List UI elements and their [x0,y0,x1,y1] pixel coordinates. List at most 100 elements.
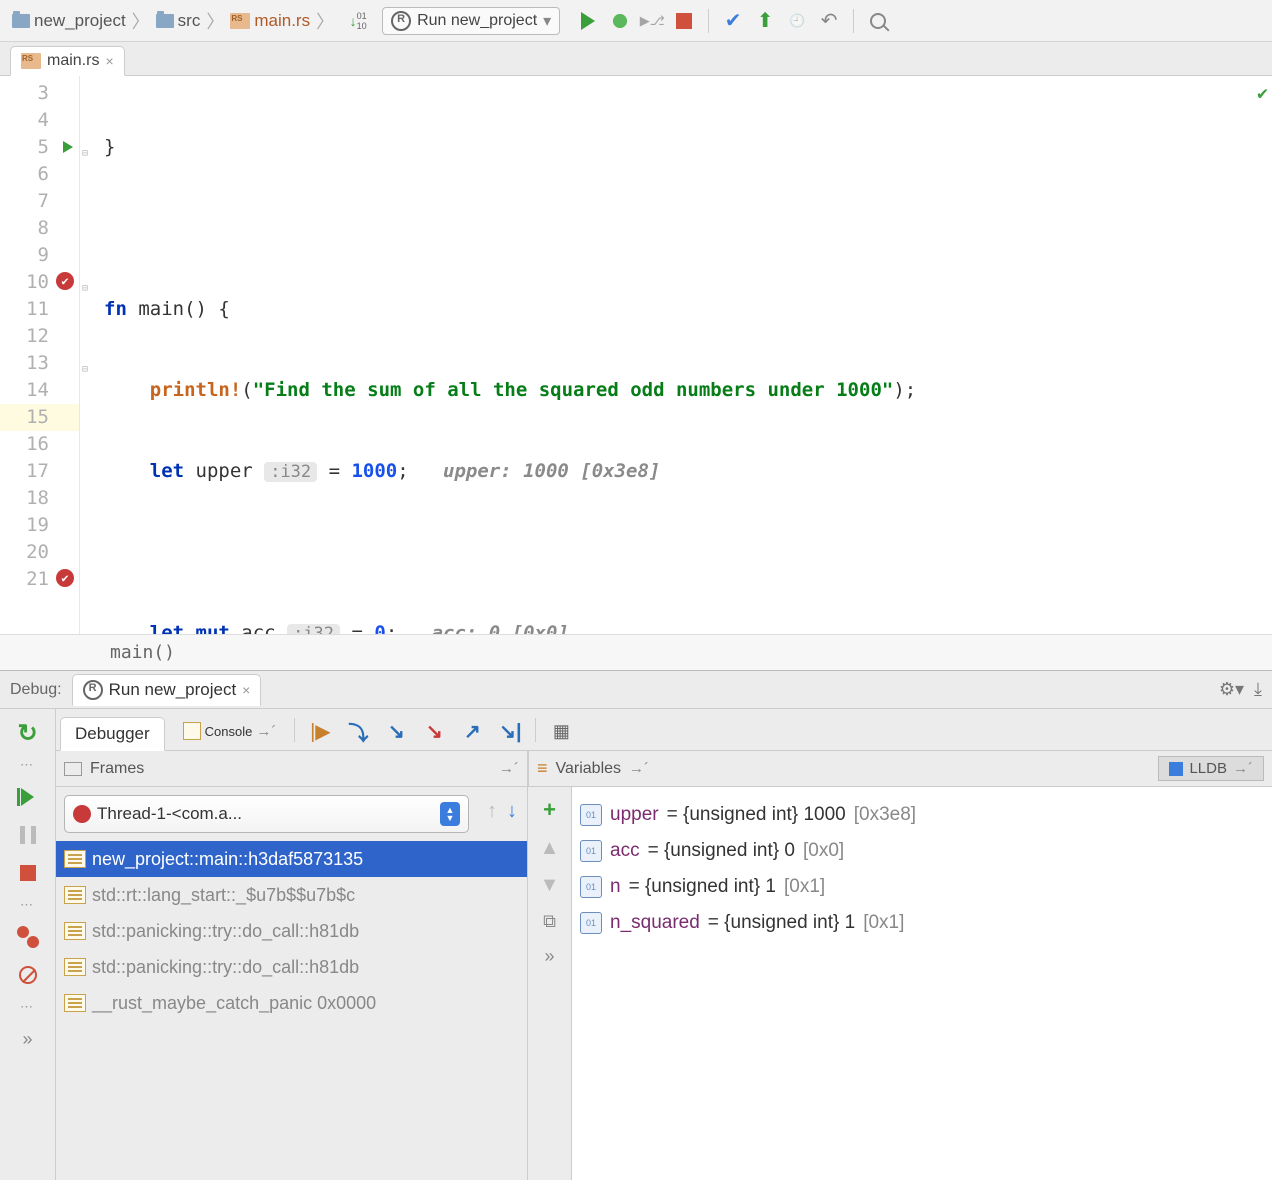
breadcrumb[interactable]: new_project 〉 src 〉 main.rs 〉 [6,6,342,36]
gutter-line[interactable]: 11 [0,296,79,323]
stop-icon [676,13,692,29]
inspections-ok-icon[interactable]: ✔ [1257,80,1268,107]
stop-button[interactable] [672,9,696,33]
run-configuration-selector[interactable]: Run new_project ▾ [382,7,560,35]
view-breakpoints-button[interactable] [14,923,42,951]
close-icon[interactable]: × [242,682,250,698]
vcs-revert-button[interactable]: ↶ [817,9,841,33]
stack-frame[interactable]: std::panicking::try::do_call::h81db [56,949,527,985]
gutter-line[interactable]: 14 [0,377,79,404]
vcs-commit-button[interactable]: ⬆ [753,9,777,33]
undo-icon: ↶ [821,8,838,33]
gutter-line[interactable]: 12 [0,323,79,350]
gutter-line[interactable]: 17 [0,458,79,485]
gutter-line[interactable]: 18 [0,485,79,512]
detach-icon[interactable]: →´ [256,723,276,740]
var-type-icon: 01 [580,840,602,862]
fold-column[interactable] [80,76,100,634]
gutter-line[interactable]: 20 [0,539,79,566]
folder-icon [156,14,174,28]
variable-row[interactable]: 01 acc = {unsigned int} 0 [0x0] [580,833,1264,869]
tab-console[interactable]: Console →´ [177,718,283,744]
rerun-button[interactable]: ↻ [14,719,42,747]
chevron-right-icon: 〉 [316,8,334,34]
gutter-line[interactable]: 19 [0,512,79,539]
gutter-line[interactable]: 9 [0,242,79,269]
thread-icon [73,805,91,823]
code-area[interactable]: } fn main() { println!("Find the sum of … [100,76,1272,634]
gutter-line-breakpoint[interactable]: 10 [0,269,79,296]
vcs-history-button[interactable]: 🕘 [785,9,809,33]
lldb-tab[interactable]: LLDB →´ [1158,756,1264,781]
variables-list[interactable]: 01 upper = {unsigned int} 1000 [0x3e8] 0… [572,787,1272,1180]
gutter-line[interactable]: 4 [0,107,79,134]
variable-row[interactable]: 01 n = {unsigned int} 1 [0x1] [580,869,1264,905]
frame-up-button[interactable]: ↑ [487,800,497,823]
stop-button[interactable] [14,859,42,887]
close-icon[interactable]: × [105,53,113,69]
run-to-cursor-button[interactable]: ↘| [497,718,523,744]
step-out-button[interactable]: ↗ [459,718,485,744]
thread-selector[interactable]: Thread-1-<com.a... ▲▼ [64,795,469,833]
force-step-into-button[interactable]: ↘ [421,718,447,744]
gutter-line[interactable]: 8 [0,215,79,242]
variable-row[interactable]: 01 n_squared = {unsigned int} 1 [0x1] [580,905,1264,941]
variables-pane: ≡ Variables →´ LLDB →´ [528,751,1272,1180]
pause-button[interactable] [14,821,42,849]
debug-button[interactable] [608,9,632,33]
resume-button[interactable] [14,783,42,811]
copy-button[interactable]: ⧉ [543,911,556,932]
rust-icon [391,11,411,31]
gutter-line[interactable]: 16 [0,431,79,458]
frames-header: Frames →´ [56,751,527,787]
variable-row[interactable]: 01 upper = {unsigned int} 1000 [0x3e8] [580,797,1264,833]
stack-frame[interactable]: std::rt::lang_start::_$u7b$$u7b$c [56,877,527,913]
mute-breakpoints-button[interactable] [14,961,42,989]
run-button[interactable] [576,9,600,33]
more-button[interactable]: » [14,1025,42,1053]
gutter-line-breakpoint[interactable]: 21 [0,566,79,593]
scroll-from-source-button[interactable]: ↓0110 [346,9,370,33]
gutter[interactable]: 3 4 5 6 7 8 9 10 11 12 13 14 15 16 17 18… [0,76,80,634]
new-watch-button[interactable]: + [543,797,556,823]
stack-frame[interactable]: __rust_maybe_catch_panic 0x0000 [56,985,527,1021]
scroll-up-button[interactable]: ▲ [540,837,560,860]
detach-icon[interactable]: →´ [499,760,519,777]
gutter-line[interactable]: 5 [0,134,79,161]
vcs-update-button[interactable]: ✔ [721,9,745,33]
run-to-cursor-icon: ↘| [499,719,521,744]
step-into-button[interactable]: ↘ [383,718,409,744]
detach-icon[interactable]: →´ [1233,760,1253,777]
gutter-line[interactable]: 6 [0,161,79,188]
evaluate-expression-button[interactable]: ▦ [548,718,574,744]
scroll-down-button[interactable]: ▼ [540,874,560,897]
show-execution-point-button[interactable]: |▶ [307,718,333,744]
editor-tab-main-rs[interactable]: main.rs × [10,46,125,76]
stack-frame[interactable]: new_project::main::h3daf5873135 [56,841,527,877]
pin-button[interactable]: ⤓ [1254,679,1262,700]
frame-icon [64,850,86,868]
stack-frame[interactable]: std::panicking::try::do_call::h81db [56,913,527,949]
run-with-coverage-button[interactable]: ▶⎇ [640,9,664,33]
step-over-button[interactable]: ⤵ [345,718,371,744]
tab-debugger[interactable]: Debugger [60,717,165,751]
frame-down-button[interactable]: ↓ [507,800,517,823]
separator [708,9,709,33]
code-editor[interactable]: ✔ 3 4 5 6 7 8 9 10 11 12 13 14 15 16 17 … [0,76,1272,634]
gutter-line-current[interactable]: 15 [0,404,79,431]
settings-button[interactable]: ⚙▾ [1219,679,1244,700]
breadcrumb-project[interactable]: new_project [34,11,126,31]
detach-icon[interactable]: →´ [629,760,649,777]
gutter-line[interactable]: 3 [0,80,79,107]
gutter-line[interactable]: 13 [0,350,79,377]
more-button[interactable]: » [544,946,554,967]
frame-icon [64,886,86,904]
breadcrumb-file[interactable]: main.rs [254,11,310,31]
chevron-right-icon: 〉 [206,8,224,34]
debug-session-tab[interactable]: Run new_project × [72,674,262,706]
breadcrumb-folder[interactable]: src [178,11,201,31]
gutter-line[interactable]: 7 [0,188,79,215]
search-everywhere-button[interactable] [866,9,890,33]
coverage-icon: ▶⎇ [640,13,665,29]
stack-list[interactable]: new_project::main::h3daf5873135 std::rt:… [56,841,527,1021]
